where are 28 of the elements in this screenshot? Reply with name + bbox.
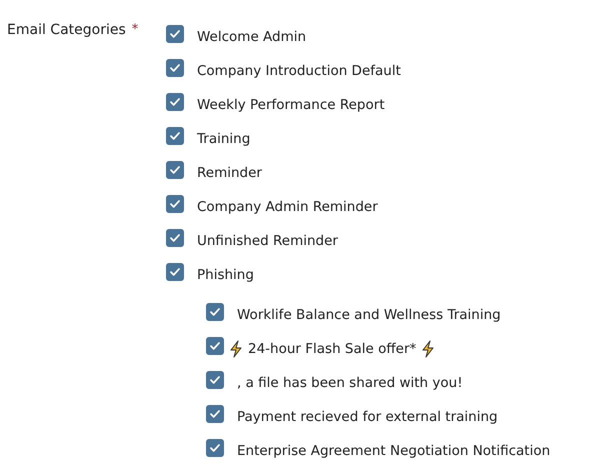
option-label: Unfinished Reminder bbox=[197, 233, 338, 249]
option-label: Company Admin Reminder bbox=[197, 199, 378, 215]
checkbox[interactable] bbox=[206, 371, 224, 389]
option-label: Reminder bbox=[197, 165, 262, 181]
checkbox[interactable] bbox=[206, 405, 224, 423]
checkbox[interactable] bbox=[166, 59, 184, 77]
option-label: Weekly Performance Report bbox=[197, 97, 385, 113]
option-label: Company Introduction Default bbox=[197, 63, 401, 79]
option-label: Payment recieved for external training bbox=[237, 409, 498, 425]
option-label: Training bbox=[197, 131, 250, 147]
checkbox[interactable] bbox=[166, 93, 184, 111]
option-label: Phishing bbox=[197, 267, 254, 283]
checkbox[interactable] bbox=[166, 263, 184, 281]
option-label: Worklife Balance and Wellness Training bbox=[237, 307, 501, 323]
checkbox[interactable] bbox=[166, 161, 184, 179]
option-label: Welcome Admin bbox=[197, 29, 306, 45]
option-label: , a file has been shared with you! bbox=[237, 375, 463, 391]
checkbox[interactable] bbox=[166, 127, 184, 145]
option-label: 24-hour Flash Sale offer* bbox=[248, 341, 416, 357]
required-marker: * bbox=[132, 22, 138, 39]
option-label: Enterprise Agreement Negotiation Notification bbox=[237, 443, 550, 459]
checkbox[interactable] bbox=[166, 25, 184, 43]
field-label: Email Categories bbox=[7, 22, 126, 40]
checkbox[interactable] bbox=[206, 337, 224, 355]
checkbox[interactable] bbox=[166, 195, 184, 213]
checkbox[interactable] bbox=[206, 303, 224, 321]
checkbox[interactable] bbox=[166, 229, 184, 247]
checkbox[interactable] bbox=[206, 439, 224, 457]
